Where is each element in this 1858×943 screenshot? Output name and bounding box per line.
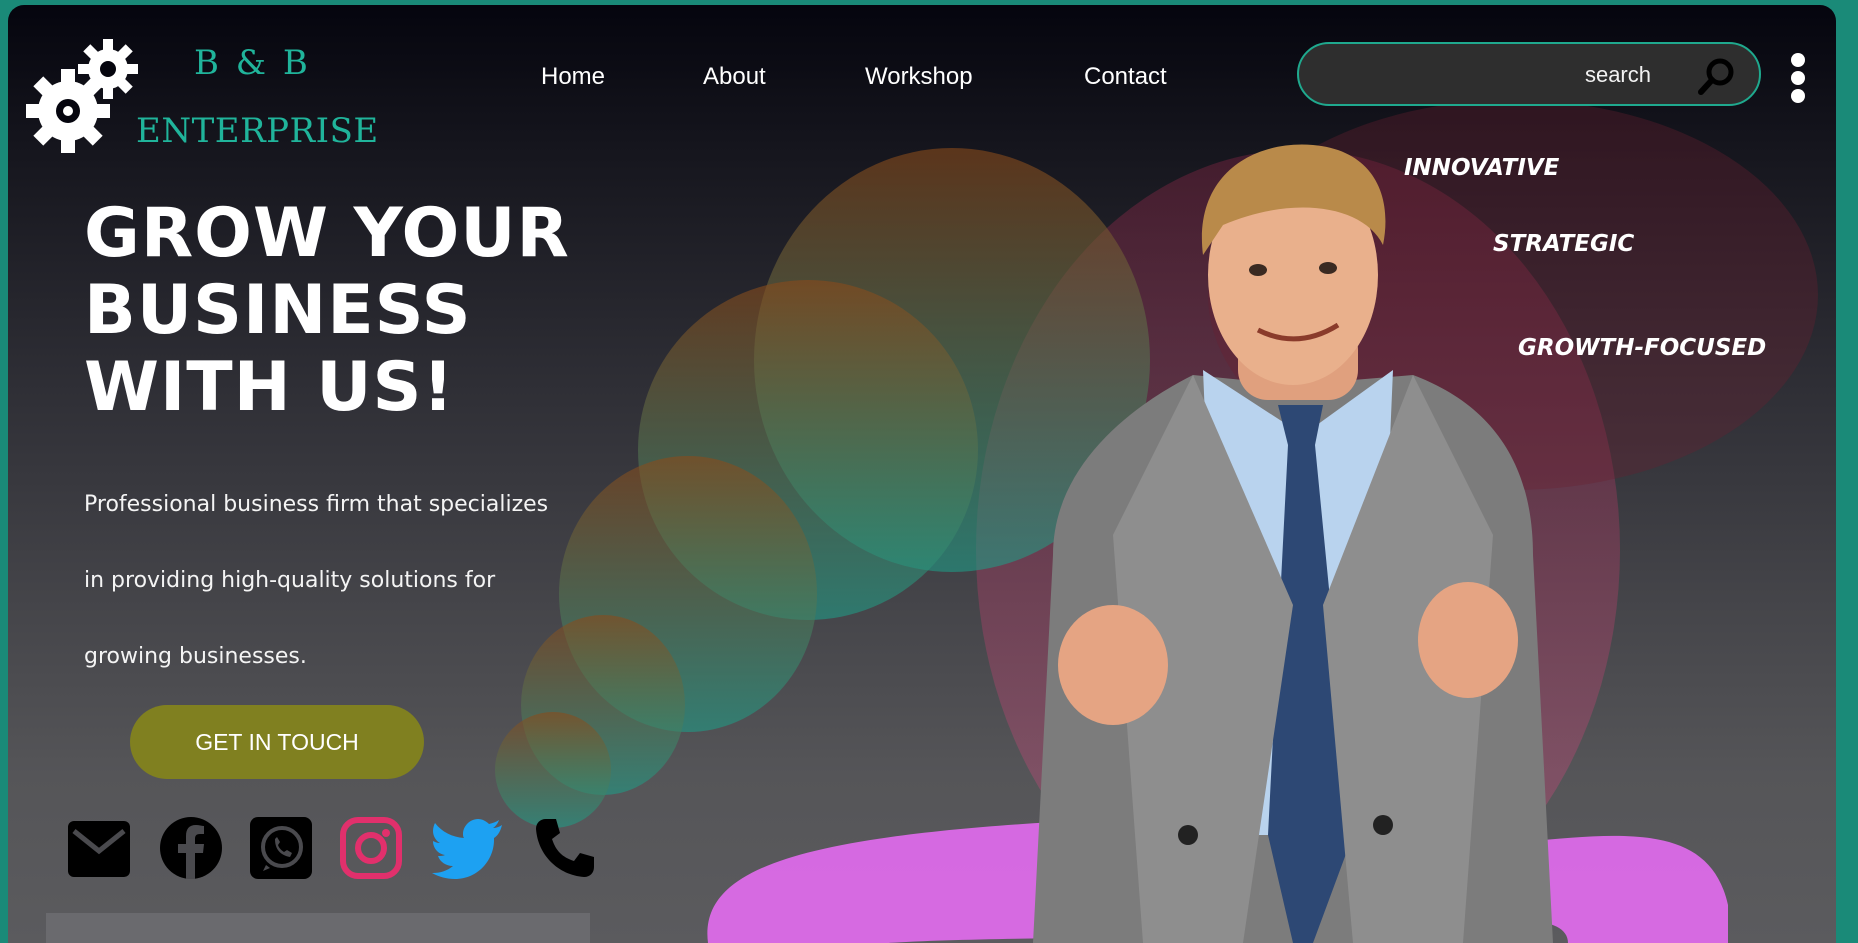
- hero-description-line: in providing high-quality solutions for: [84, 568, 496, 593]
- menu-dot: [1791, 89, 1805, 103]
- search-input[interactable]: [1319, 54, 1653, 96]
- nav-about[interactable]: About: [703, 63, 766, 91]
- brand-name-line2: ENTERPRISE: [136, 111, 379, 151]
- tagline-growth-focused: GROWTH-FOCUSED: [1518, 335, 1767, 361]
- nav-workshop[interactable]: Workshop: [865, 63, 973, 91]
- menu-dot: [1791, 71, 1805, 85]
- menu-dot: [1791, 53, 1805, 67]
- tagline-strategic: STRATEGIC: [1493, 231, 1635, 257]
- kebab-menu-icon[interactable]: [1788, 53, 1808, 109]
- mail-icon[interactable]: [66, 815, 132, 881]
- hero-description-line: Professional business firm that speciali…: [84, 492, 549, 517]
- phone-icon[interactable]: [532, 815, 598, 881]
- hero-title: GROW YOUR BUSINESS WITH US!: [84, 195, 644, 426]
- facebook-icon[interactable]: [158, 815, 224, 881]
- whatsapp-icon[interactable]: [248, 815, 314, 881]
- brand-logo[interactable]: B & B ENTERPRISE: [26, 33, 378, 163]
- instagram-icon[interactable]: [338, 815, 404, 881]
- twitter-icon[interactable]: [432, 815, 504, 881]
- hero-title-line: GROW YOUR: [84, 194, 570, 273]
- brand-name-line1: B & B: [194, 43, 311, 83]
- tagline-innovative: INNOVATIVE: [1404, 155, 1560, 181]
- get-in-touch-button[interactable]: GET IN TOUCH: [130, 705, 424, 779]
- bottom-panel: [46, 913, 590, 943]
- nav-home[interactable]: Home: [541, 63, 605, 91]
- search-icon[interactable]: [1697, 56, 1737, 96]
- hero-section: B & B ENTERPRISE Home About Workshop Con…: [8, 5, 1836, 943]
- hero-title-line: BUSINESS: [84, 271, 472, 350]
- hero-title-line: WITH US!: [84, 348, 455, 427]
- hero-description: Professional business firm that speciali…: [84, 467, 604, 695]
- nav-contact[interactable]: Contact: [1084, 63, 1167, 91]
- hero-description-line: growing businesses.: [84, 644, 307, 669]
- gears-icon: [26, 39, 138, 153]
- search-bar: [1297, 42, 1761, 106]
